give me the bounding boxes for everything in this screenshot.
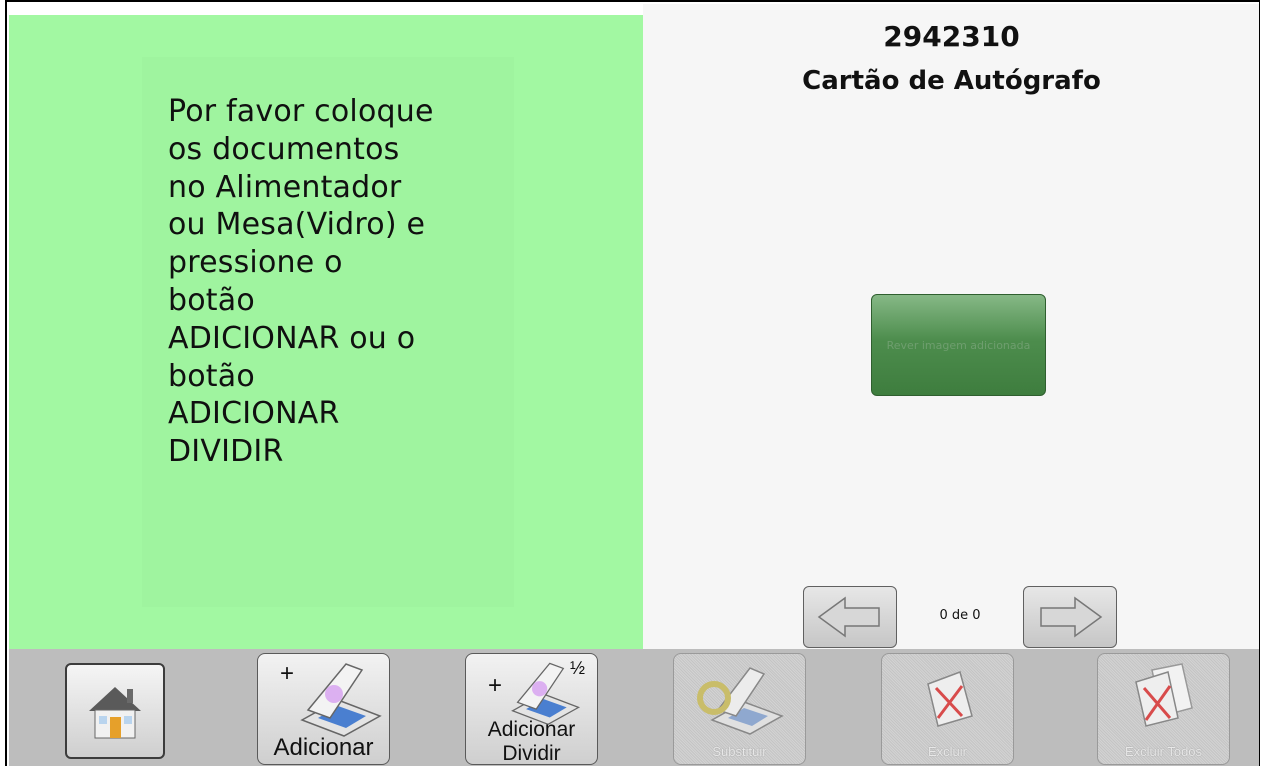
- add-split-label-line2: Dividir: [502, 742, 561, 765]
- add-split-button[interactable]: + ½ Adicionar Dividir: [465, 653, 598, 765]
- add-button-label: Adicionar: [273, 734, 374, 761]
- page-counter: 0 de 0: [939, 608, 981, 623]
- instruction-box: Por favor coloque os documentos no Alime…: [142, 57, 514, 607]
- instruction-panel: Por favor coloque os documentos no Alime…: [9, 15, 643, 649]
- document-number: 2942310: [883, 20, 1020, 53]
- scanner-icon: [511, 662, 581, 726]
- delete-button-label: Excluir: [927, 744, 967, 759]
- delete-all-button-label: Excluir Todos: [1124, 744, 1203, 759]
- home-button[interactable]: [65, 663, 165, 759]
- house-icon: [89, 687, 141, 739]
- delete-page-icon: [927, 671, 973, 727]
- previous-page-button[interactable]: [803, 586, 897, 648]
- preview-panel: 2942310 Cartão de Autógrafo Rever imagem…: [643, 4, 1259, 649]
- replace-button-label: Substituir: [712, 744, 767, 759]
- replace-button[interactable]: Substituir: [673, 653, 806, 765]
- arrow-right-icon: [1040, 596, 1103, 638]
- review-image-button[interactable]: Rever imagem adicionada: [871, 294, 1046, 396]
- scanner-icon: [300, 663, 382, 737]
- replace-scanner-icon: [697, 667, 784, 735]
- next-page-button[interactable]: [1023, 586, 1117, 648]
- document-type: Cartão de Autógrafo: [802, 66, 1101, 96]
- instruction-text: Por favor coloque os documentos no Alime…: [168, 94, 434, 470]
- delete-all-button[interactable]: Excluir Todos: [1097, 653, 1230, 765]
- delete-all-pages-icon: [1135, 663, 1193, 727]
- add-split-label-line1: Adicionar: [487, 718, 576, 741]
- app-window: Por favor coloque os documentos no Alime…: [5, 0, 1260, 766]
- arrow-left-icon: [817, 596, 880, 638]
- review-image-label: Rever imagem adicionada: [886, 338, 1031, 352]
- bottom-toolbar: + Adicionar + ½ Adicionar Dividir Substi…: [9, 649, 1259, 766]
- delete-button[interactable]: Excluir: [881, 653, 1014, 765]
- add-button[interactable]: + Adicionar: [257, 653, 390, 765]
